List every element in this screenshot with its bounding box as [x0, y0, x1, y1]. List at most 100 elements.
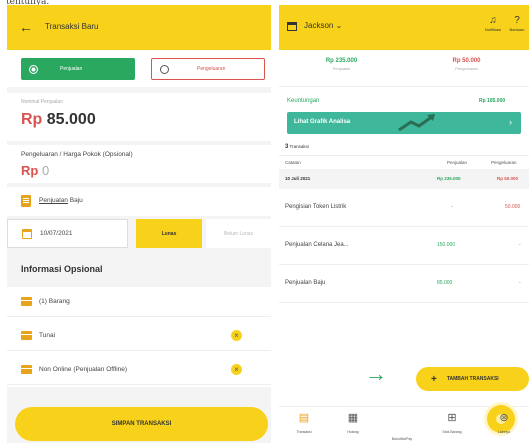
row-sales: - [451, 204, 453, 210]
optional-item-channel[interactable]: Non Online (Penjualan Offline) × [7, 355, 271, 385]
expense-type-option[interactable]: Pengeluaran [151, 58, 265, 80]
optional-item-goods[interactable]: (1) Barang [7, 287, 271, 317]
date-field[interactable]: 10/07/2021 [7, 219, 128, 248]
transaction-list-screen: Jackson ⌄ ♫ Notifikasi ? Bantuan Rp 235.… [279, 5, 529, 443]
table-row[interactable]: Penjualan Baju 85.000 - [279, 265, 529, 303]
column-header-note: Catatan [285, 160, 301, 165]
nav-item-pay[interactable]: BukuWarPay [377, 405, 515, 441]
box-icon [21, 297, 32, 306]
add-transaction-label: TAMBAH TRANSAKSI [446, 376, 499, 382]
trend-up-icon [398, 114, 435, 132]
plus-icon: + [431, 373, 437, 385]
bell-icon: ♫ [489, 15, 497, 26]
note-field[interactable]: Penjualan Baju [7, 187, 271, 216]
sales-type-label: Penjualan [60, 66, 83, 72]
row-name: Penjualan Baju [285, 280, 326, 286]
notification-label: Notifikasi [484, 27, 502, 32]
calendar-icon [22, 229, 32, 239]
date-value: 10/07/2021 [40, 230, 73, 237]
radio-selected-icon [29, 64, 38, 74]
optional-item-payment[interactable]: Tunai × [7, 321, 271, 351]
nav-label: Stok Barang [442, 430, 462, 434]
row-expense: 50.000 [505, 204, 521, 210]
add-transaction-button[interactable]: + TAMBAH TRANSAKSI [416, 367, 529, 391]
arrow-left-icon[interactable]: ← [19, 19, 33, 35]
nav-label: BukuWarPay [391, 437, 413, 441]
transaction-count: 3 Transaksi [285, 144, 309, 150]
bottom-nav: ▤ Transaksi ▦ Hutang BukuWarPay ⊞ Stok B… [279, 405, 529, 443]
date-group-row: 10 Juli 2021 Rp 235.000 Rp 50.000 [279, 169, 529, 189]
notification-button[interactable]: ♫ Notifikasi [483, 15, 503, 32]
more-icon: ⊛ [499, 412, 509, 424]
sales-summary: Rp 235.000 Penjualan [279, 58, 404, 71]
store-icon [21, 365, 32, 374]
store-icon [287, 22, 297, 31]
summary-card: Rp 235.000 Penjualan Rp 50.000 Pengeluar… [279, 50, 529, 160]
table-header: Catatan Penjualan Pengeluaran [279, 155, 529, 169]
nominal-value: Rp 85.000 [21, 111, 96, 128]
status-paid-button[interactable]: Lunas [136, 219, 202, 248]
nominal-field[interactable]: Nominal Penjualan Rp 85.000 [7, 93, 271, 141]
group-date: 10 Juli 2021 [285, 176, 311, 181]
cost-label: Pengeluaran / Harga Pokok (Opsional) [21, 151, 133, 158]
note-text: Penjualan Baju [39, 197, 83, 204]
cost-value: Rp 0 [21, 163, 50, 178]
debt-book-icon: ▦ [347, 412, 359, 424]
save-transaction-button[interactable]: SIMPAN TRANSAKSI [15, 407, 268, 441]
nominal-label: Nominal Penjualan [21, 99, 63, 105]
group-expense: Rp 50.000 [497, 176, 519, 181]
row-sales: 85.000 [437, 280, 453, 286]
optional-item-label: (1) Barang [39, 298, 70, 305]
divider [279, 86, 529, 87]
column-header-expense: Pengeluaran [491, 160, 517, 165]
close-icon[interactable]: × [231, 364, 242, 375]
close-icon[interactable]: × [231, 330, 242, 341]
profit-label: Keuntungan [287, 98, 320, 104]
arrow-right-icon: → [365, 361, 387, 386]
app-header: Jackson ⌄ ♫ Notifikasi ? Bantuan [279, 5, 529, 50]
table-row[interactable]: Penjualan Celana Jea... 150.000 - [279, 227, 529, 265]
row-sales: 150.000 [437, 242, 456, 248]
table-row[interactable]: Pengisian Token Listrik - 50.000 [279, 189, 529, 227]
nav-label: Transaksi [296, 430, 312, 434]
nav-item-more[interactable]: ⊛ Lainnya [479, 411, 529, 434]
app-header: ← Transaksi Baru [7, 5, 271, 50]
nav-item-stock[interactable]: ⊞ Stok Barang [427, 411, 477, 434]
nav-item-debt[interactable]: ▦ Hutang [328, 411, 378, 434]
row-expense: - [519, 280, 521, 286]
status-unpaid-button[interactable]: Belum Lunas [206, 219, 271, 248]
expense-total-label: Pengeluaran [455, 66, 478, 71]
expense-total: Rp 50.000 [452, 58, 481, 64]
sales-type-option[interactable]: Penjualan [21, 58, 135, 80]
page-title: Transaksi Baru [45, 22, 99, 31]
optional-info-list: (1) Barang Tunai × Non Online (Penjualan… [7, 287, 271, 387]
profit-value: Rp 185.000 [479, 98, 506, 104]
nav-label: Lainnya [497, 430, 511, 434]
analysis-graph-button[interactable]: Lihat Grafik Analisa › [287, 112, 521, 134]
nav-item-transactions[interactable]: ▤ Transaksi [279, 411, 329, 434]
row-name: Pengisian Token Listrik [285, 204, 347, 210]
help-button[interactable]: ? Bantuan [505, 15, 529, 32]
help-label: Bantuan [509, 27, 525, 32]
row-expense: - [519, 242, 521, 248]
note-icon [21, 195, 31, 207]
ledger-icon: ▤ [298, 412, 310, 424]
row-name: Penjualan Celana Jea... [285, 242, 349, 248]
sales-total-label: Penjualan [332, 66, 351, 71]
column-header-sales: Penjualan [447, 160, 468, 165]
nav-label: Hutang [347, 430, 359, 434]
store-selector[interactable]: Jackson ⌄ [304, 21, 342, 30]
cost-field[interactable]: Pengeluaran / Harga Pokok (Opsional) Rp … [7, 145, 271, 183]
date-status-row: 10/07/2021 Lunas Belum Lunas [7, 219, 271, 248]
help-icon: ? [514, 15, 520, 26]
transaction-type-toggle: Penjualan Pengeluaran [7, 50, 271, 87]
cash-icon [21, 331, 32, 340]
chevron-right-icon: › [509, 117, 512, 127]
stock-icon: ⊞ [447, 412, 457, 424]
new-transaction-screen: ← Transaksi Baru Penjualan Pengeluaran N… [7, 5, 271, 443]
expense-summary: Rp 50.000 Pengeluaran [404, 58, 529, 71]
analysis-graph-label: Lihat Grafik Analisa [294, 119, 351, 125]
optional-item-label: Tunai [39, 332, 56, 339]
group-sales: Rp 235.000 [437, 176, 461, 181]
sales-total: Rp 235.000 [325, 58, 358, 64]
